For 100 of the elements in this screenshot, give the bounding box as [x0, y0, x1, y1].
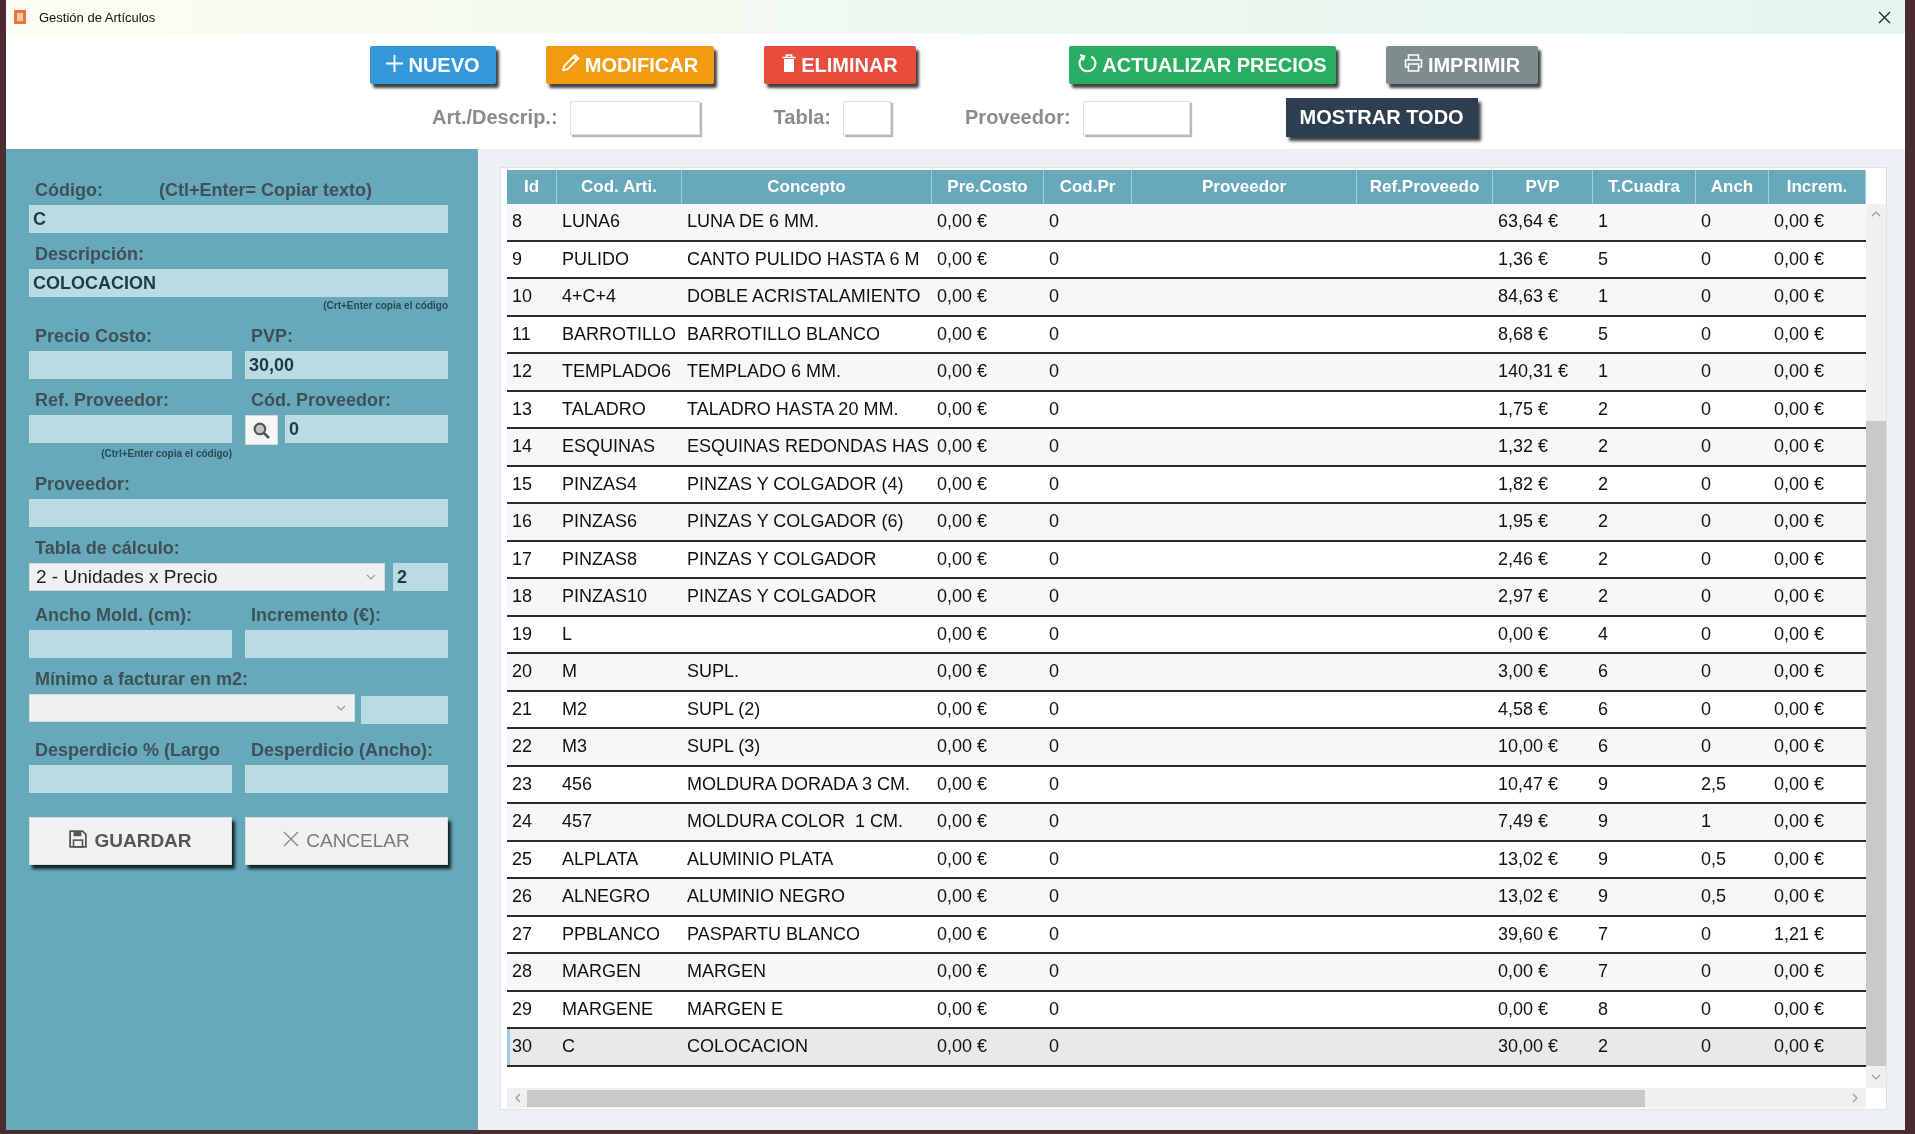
trash-icon — [782, 54, 797, 72]
table-cell-text: 11 — [511, 322, 532, 346]
input-field[interactable] — [29, 351, 232, 379]
input-field[interactable] — [245, 765, 448, 793]
table-cell-text: 15 — [511, 472, 534, 496]
table-row[interactable]: 30 C COLOCACION 0,00 € 0 30,00 € 2 0 0,00 € — [507, 1029, 1866, 1067]
table-row[interactable]: 22 M3 SUPL (3) 0,00 € 0 10,00 € 6 0 0,00 € — [507, 729, 1866, 767]
input-field[interactable] — [29, 499, 448, 527]
table-cell-text: 10 — [511, 285, 534, 309]
vertical-scrollbar[interactable] — [1866, 204, 1886, 1088]
table-cell-text: 0,00 € — [1773, 472, 1826, 496]
dropdown[interactable] — [29, 694, 355, 722]
table-row[interactable]: 12 TEMPLADO6 TEMPLADO 6 MM. 0,00 € 0 140,31 € 1 0 0,00 € — [507, 354, 1866, 392]
input-field[interactable]: COLOCACION — [29, 269, 448, 297]
table-cell-text: 27 — [511, 922, 534, 946]
input-field[interactable]: 30,00 — [245, 351, 448, 379]
table-cell-text: 0,00 € — [936, 547, 989, 571]
table-cell-text: 17 — [511, 547, 534, 571]
table-cell-text: 1,82 € — [1497, 472, 1550, 496]
table-cell-text: 23 — [511, 772, 534, 796]
table-row[interactable]: 10 4+C+4 DOBLE ACRISTALAMIENTO 0,00 € 0 84,63 € 1 0 0,00 € — [507, 279, 1866, 317]
save-button[interactable]: GUARDAR — [29, 817, 232, 865]
scrollbar-thumb[interactable] — [1866, 421, 1886, 1066]
table-cell-text: 4,58 € — [1497, 697, 1550, 721]
table-cell-text: 0 — [1700, 960, 1712, 984]
table-cell-text: 0,00 € — [1773, 210, 1826, 234]
table-cell-text: M — [561, 660, 578, 684]
table-cell-text: 0,00 € — [1773, 360, 1826, 384]
table-cell-text: 0,00 € — [936, 922, 989, 946]
table-row[interactable]: 16 PINZAS6 PINZAS Y COLGADOR (6) 0,00 € 0 1,95 € 2 0 0,00 € — [507, 504, 1866, 542]
table-cell-text: 0,00 € — [936, 622, 989, 646]
search-button[interactable] — [245, 415, 278, 445]
input-field[interactable] — [361, 696, 448, 724]
table-cell-text: MARGEN E — [686, 997, 784, 1021]
table-cell-text: 0 — [1700, 922, 1712, 946]
input-field[interactable] — [843, 100, 891, 135]
table-cell-text: 0,00 € — [936, 322, 989, 346]
table-cell-text: 0,5 — [1700, 847, 1728, 871]
table-cell-text: BARROTILLO — [561, 322, 678, 346]
table-cell-text: 28 — [511, 960, 534, 984]
table-cell-text: 2,5 — [1700, 772, 1728, 796]
input-field[interactable]: 0 — [285, 415, 448, 443]
table-row[interactable]: 26 ALNEGRO ALUMINIO NEGRO 0,00 € 0 13,02 € 9 0,5 0,00 € — [507, 879, 1866, 917]
horizontal-scrollbar[interactable] — [507, 1088, 1866, 1108]
table-row[interactable]: 28 MARGEN MARGEN 0,00 € 0 0,00 € 7 0 0,00 € — [507, 954, 1866, 992]
table-cell-text: 9 — [1597, 772, 1609, 796]
input-field[interactable] — [245, 630, 448, 658]
table-cell-text: 0,5 — [1700, 885, 1728, 909]
table-row[interactable]: 14 ESQUINAS ESQUINAS REDONDAS HAS 0,00 € 0 1,32 € 2 0 0,00 € — [507, 429, 1866, 467]
table-cell-text: 0,00 € — [1773, 510, 1826, 534]
close-icon[interactable] — [1878, 10, 1891, 24]
chevron-down-icon — [366, 574, 376, 580]
field-label: Tabla de cálculo: — [34, 537, 181, 560]
table-cell-text: 1,36 € — [1497, 247, 1550, 271]
field-label: Proveedor: — [34, 473, 132, 496]
input-field[interactable]: C — [29, 205, 448, 233]
table-row[interactable]: 20 M SUPL. 0,00 € 0 3,00 € 6 0 0,00 € — [507, 654, 1866, 692]
table-cell-text: 0 — [1048, 885, 1060, 909]
input-field[interactable] — [29, 415, 232, 443]
table-cell-text: 1,32 € — [1497, 435, 1550, 459]
table-row[interactable]: 24 457 MOLDURA COLOR 1 CM. 0,00 € 0 7,49 € 9 1 0,00 € — [507, 804, 1866, 842]
table-cell-text: 1 — [1597, 360, 1609, 384]
scrollbar-thumb[interactable] — [527, 1089, 1645, 1107]
input-field[interactable]: 2 — [393, 563, 448, 591]
delete-button[interactable]: ELIMINAR — [764, 46, 916, 84]
table-cell-text: 0,00 € — [1773, 397, 1826, 421]
table-cell-text: 0,00 € — [1773, 660, 1826, 684]
table-cell-text: 0 — [1700, 547, 1712, 571]
table-cell-text: C — [561, 1035, 576, 1059]
table-cell-text: 6 — [1597, 735, 1609, 759]
table-cell-text: 0,00 € — [1773, 435, 1826, 459]
input-field[interactable] — [1082, 100, 1190, 135]
table-cell-text: SUPL (2) — [686, 697, 762, 721]
table-cell-text: 2,97 € — [1497, 585, 1550, 609]
table-cell-text: 0,00 € — [936, 847, 989, 871]
cancel-button[interactable]: CANCELAR — [245, 817, 448, 865]
table-cell-text: 6 — [1597, 697, 1609, 721]
table-cell-text: 21 — [511, 697, 534, 721]
show-all-button[interactable]: MOSTRAR TODO — [1285, 98, 1478, 137]
table-cell-text: 0,00 € — [1773, 285, 1826, 309]
table-cell-text: CANTO PULIDO HASTA 6 M — [686, 247, 921, 271]
table-cell-text: 0,00 € — [1773, 847, 1826, 871]
input-field[interactable] — [29, 630, 232, 658]
table-cell-text: 0 — [1700, 472, 1712, 496]
hint-text: (Ctrl+Enter copia el código) — [101, 447, 232, 461]
window-title: Gestión de Artículos — [39, 9, 156, 25]
table-cell-text: 0 — [1048, 847, 1060, 871]
input-field[interactable] — [29, 765, 232, 793]
dropdown[interactable]: 2 - Unidades x Precio — [29, 563, 385, 591]
table-cell-text: 0,00 € — [936, 660, 989, 684]
pencil-icon — [561, 54, 580, 72]
table-row[interactable]: 18 PINZAS10 PINZAS Y COLGADOR 0,00 € 0 2,97 € 2 0 0,00 € — [507, 579, 1866, 617]
table-cell-text: 0,00 € — [1773, 697, 1826, 721]
input-field[interactable] — [569, 100, 700, 135]
table-cell-text: ALPLATA — [561, 847, 640, 871]
table-row[interactable]: 8 LUNA6 LUNA DE 6 MM. 0,00 € 0 63,64 € 1 0 0,00 € — [507, 204, 1866, 242]
table-cell-text: 16 — [511, 510, 534, 534]
table-cell-text: 1 — [1597, 285, 1609, 309]
search-icon — [253, 421, 270, 439]
table-cell-text: PINZAS6 — [561, 510, 639, 534]
